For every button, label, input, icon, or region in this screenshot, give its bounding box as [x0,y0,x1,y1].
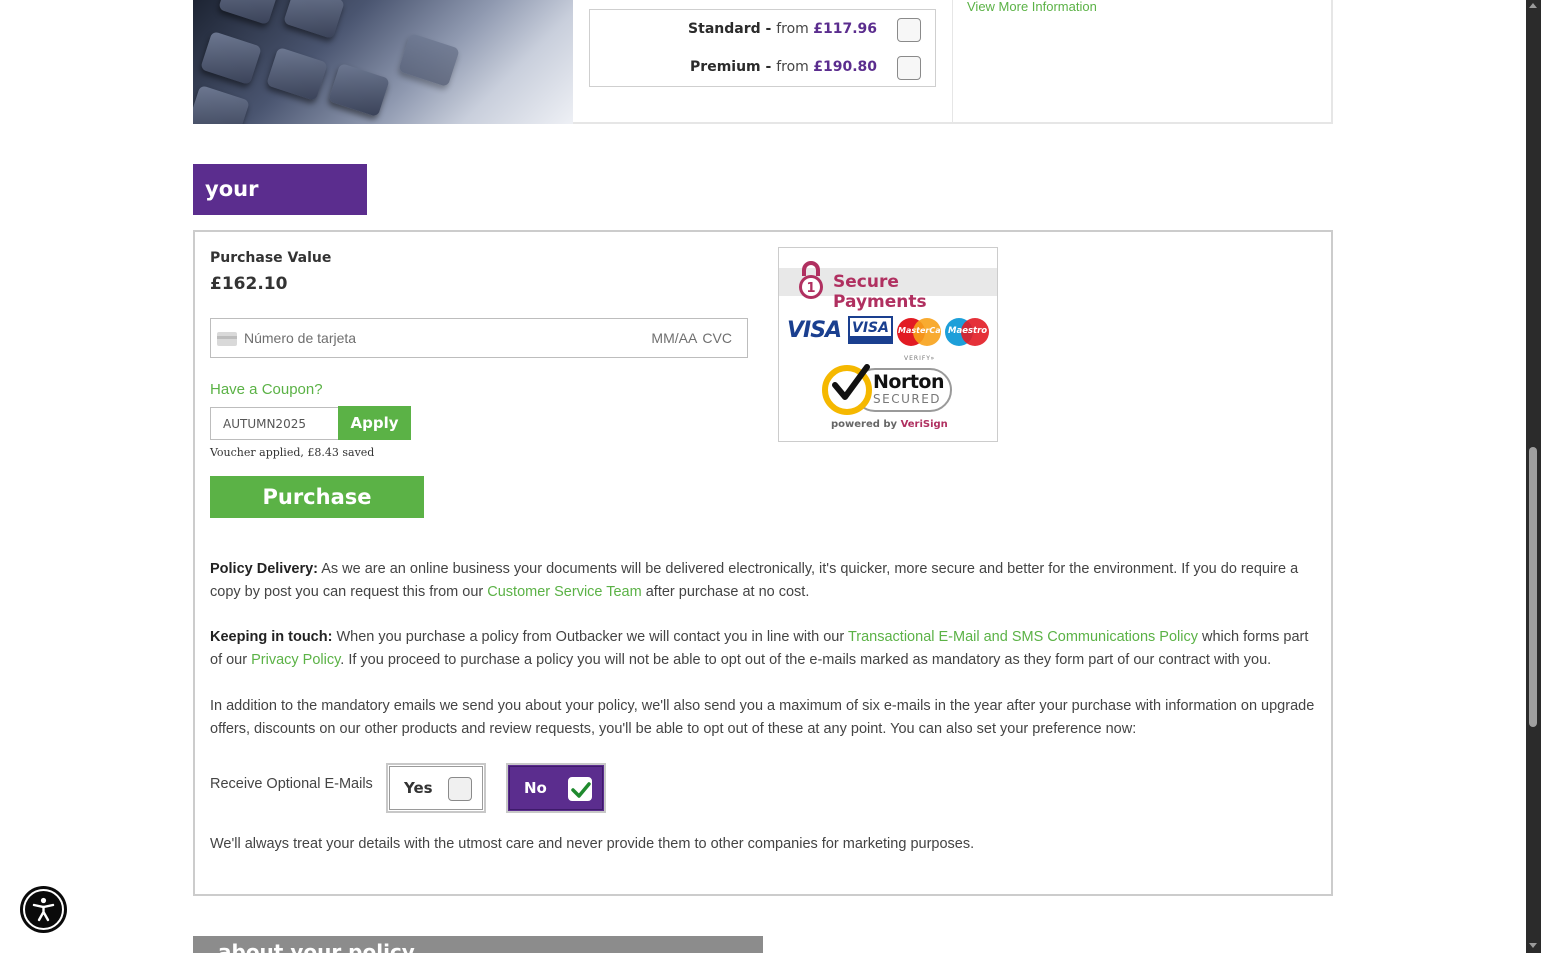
visa-electron-logo: VISA [848,316,893,344]
communications-policy-link[interactable]: Transactional E-Mail and SMS Communicati… [848,629,1198,645]
next-section-title: about your policy [218,940,415,953]
card-divider [952,0,953,122]
option-from: from [776,59,814,75]
scroll-thumb[interactable] [1529,447,1537,727]
purchase-button[interactable]: Purchase [210,476,424,518]
norton-check-icon [832,364,870,400]
policy-delivery-paragraph: Policy Delivery: As we are an online bus… [210,558,1320,604]
keeping-in-touch-label: Keeping in touch: [210,629,333,645]
customer-service-link[interactable]: Customer Service Team [487,584,641,600]
accessibility-button[interactable] [20,886,67,933]
voucher-message: Voucher applied, £8.43 saved [210,446,375,459]
mastercard-text: MasterCard [898,326,951,335]
keeping-in-touch-paragraph: Keeping in touch: When you purchase a po… [210,626,1320,672]
coupon-input[interactable] [210,407,338,440]
keeping-in-touch-text-3: . If you proceed to purchase a policy yo… [340,652,1272,668]
scroll-down-arrow[interactable] [1529,943,1537,948]
verisign-brand: VeriSign [900,419,948,430]
visa-electron-text: VISA [852,320,889,336]
maestro-text: Maestro [948,326,988,336]
option-price: £190.80 [813,59,877,75]
keeping-in-touch-text: When you purchase a policy from Outbacke… [332,629,848,645]
checkmark-icon [571,782,591,798]
svg-text:1: 1 [806,281,815,296]
section-title: your payment [193,164,367,252]
padlock-icon: 1 [799,261,823,299]
visa-logo: VISA [787,318,842,343]
card-exp-cvc-placeholder[interactable]: MM/AA CVC [651,330,732,346]
card-input[interactable]: Número de tarjeta MM/AA CVC [210,318,748,358]
emails-yes-option[interactable]: Yes [386,763,486,813]
yes-checkbox[interactable] [448,777,472,801]
policy-delivery-text-end: after purchase at no cost. [641,584,810,600]
optional-emails-paragraph: In addition to the mandatory emails we s… [210,698,1315,737]
secure-title: Secure Payments [833,272,927,312]
verify-text: VERIFY» [904,355,936,362]
apply-button[interactable]: Apply [338,406,411,440]
accessibility-icon [32,897,55,922]
next-section-tab: about your policy [193,936,763,953]
secure-payments-badge: 1 Secure Payments VISA VISA MasterCard M… [778,247,998,442]
policy-delivery-label: Policy Delivery: [210,561,318,577]
no-checkbox[interactable] [568,777,592,801]
card-number-placeholder[interactable]: Número de tarjeta [244,330,356,346]
option-sep: - [760,59,777,75]
data-care-paragraph: We'll always treat your details with the… [210,836,975,852]
emails-no-option[interactable]: No [506,763,606,813]
powered-by: powered by VeriSign [831,419,948,430]
view-more-link[interactable]: View More Information [967,0,1097,14]
credit-card-icon [217,332,237,346]
standard-checkbox[interactable] [897,18,921,42]
purchase-value-label: Purchase Value [210,250,332,266]
product-photo [193,0,573,124]
powered-prefix: powered by [831,419,901,430]
premium-checkbox[interactable] [897,56,921,80]
scroll-up-arrow[interactable] [1529,3,1537,8]
option-name: Premium [690,59,761,75]
card-logos: VISA VISA MasterCard Maestro [787,316,991,346]
option-standard: Standard - from £117.96 [688,21,877,37]
page: Standard - from £117.96 Premium - from £… [0,0,1526,953]
purchase-value: £162.10 [210,274,288,294]
receive-optional-emails-label: Receive Optional E-Mails [210,776,373,792]
option-price: £117.96 [813,21,877,37]
mastercard-logo: MasterCard [897,318,950,346]
option-from: from [776,21,814,37]
norton-name: Norton [873,371,945,393]
norton-secured: SECURED [873,392,942,406]
maestro-logo: Maestro [945,318,989,346]
cover-options-box: Standard - from £117.96 Premium - from £… [589,9,936,87]
coupon-link[interactable]: Have a Coupon? [210,381,323,398]
option-premium: Premium - from £190.80 [690,59,877,75]
no-label: No [524,779,547,797]
vertical-scrollbar[interactable] [1526,0,1541,953]
option-name: Standard [688,21,761,37]
option-sep: - [760,21,777,37]
privacy-policy-link[interactable]: Privacy Policy [251,652,340,668]
yes-label: Yes [404,779,433,797]
